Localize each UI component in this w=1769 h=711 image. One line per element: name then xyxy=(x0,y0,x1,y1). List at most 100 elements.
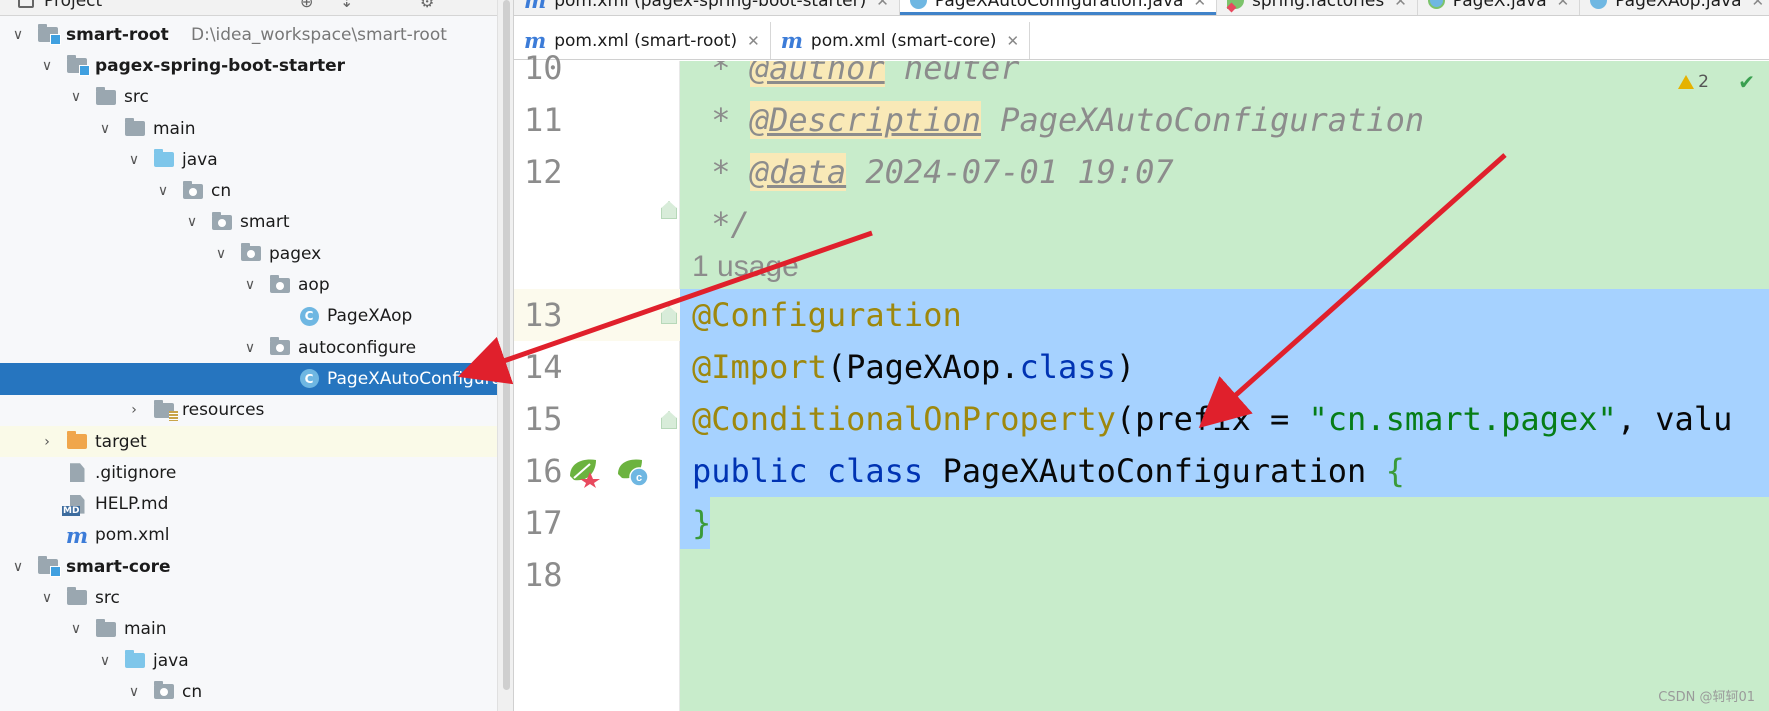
editor-area: m pom.xml (pagex-spring-boot-starter) ✕ Pag… xyxy=(514,0,1769,711)
tree-item[interactable]: ∨ cn xyxy=(0,175,497,206)
tree-item[interactable]: ∨ smart-root D:\idea_workspace\smart-root xyxy=(0,19,497,50)
code-line-13[interactable]: @Configuration xyxy=(692,289,962,341)
tree-item-label: resources xyxy=(182,400,265,421)
chevron-down-icon[interactable]: ∨ xyxy=(182,212,202,232)
line-number: 13 xyxy=(524,296,563,334)
tree-item[interactable]: ∨ src xyxy=(0,82,497,113)
code-line-15[interactable]: @ConditionalOnProperty(prefix = "cn.smar… xyxy=(692,393,1732,445)
expand-all-icon[interactable]: ⊕ xyxy=(300,0,313,11)
code-line-9[interactable]: * @author heuter xyxy=(692,61,1020,94)
editor-gutter: 10 11 12 13 14 15 16 17 18 c xyxy=(514,49,680,711)
tree-item-label: cn xyxy=(182,681,203,702)
module-folder-icon xyxy=(37,556,61,578)
chevron-down-icon[interactable]: ∨ xyxy=(240,275,260,295)
tree-item[interactable]: .gitignore xyxy=(0,457,497,488)
code-line-12[interactable]: */ xyxy=(692,198,750,250)
line-number: 12 xyxy=(524,153,563,191)
tree-item[interactable]: › resources xyxy=(0,395,497,426)
chevron-down-icon[interactable]: ∨ xyxy=(8,25,28,45)
project-scrollbar[interactable] xyxy=(497,0,513,711)
scrollbar-thumb[interactable] xyxy=(503,0,510,690)
tree-item[interactable]: ∨ pagex-spring-boot-starter xyxy=(0,50,497,81)
close-icon[interactable]: ✕ xyxy=(1007,32,1020,50)
class-icon xyxy=(909,0,927,9)
inspections-widget[interactable]: 2 xyxy=(1678,72,1709,92)
tree-item-label: main xyxy=(153,118,196,139)
warning-count: 2 xyxy=(1698,72,1709,92)
editor-tab[interactable]: PageXAop.java ✕ xyxy=(1580,0,1769,15)
tree-item[interactable]: ∨ main xyxy=(0,614,497,645)
close-icon[interactable]: ✕ xyxy=(1193,0,1206,10)
warning-icon xyxy=(1678,75,1695,89)
project-view-icon[interactable] xyxy=(18,0,34,8)
editor-tab[interactable]: m pom.xml (pagex-spring-boot-starter) ✕ xyxy=(514,0,900,15)
fold-marker-icon[interactable] xyxy=(661,411,677,429)
package-icon xyxy=(269,274,291,295)
collapse-all-icon[interactable]: ⇣ xyxy=(340,0,353,11)
tree-item[interactable]: ∨ autoconfigure xyxy=(0,332,497,363)
class-icon xyxy=(1590,0,1608,9)
code-line-11[interactable]: * @data 2024-07-01 19:07 xyxy=(692,146,1174,198)
chevron-down-icon[interactable]: ∨ xyxy=(66,619,86,639)
close-icon[interactable]: ✕ xyxy=(876,0,889,10)
close-icon[interactable]: ✕ xyxy=(1394,0,1407,10)
code-line-17[interactable]: } xyxy=(692,497,711,549)
excluded-folder-icon xyxy=(66,431,88,452)
tree-item[interactable]: › target xyxy=(0,425,497,458)
tree-item[interactable]: ∨ src xyxy=(0,582,497,613)
tree-item[interactable]: ∨ smart-core xyxy=(0,551,497,582)
chevron-down-icon[interactable]: ∨ xyxy=(95,119,115,139)
chevron-down-icon[interactable]: ∨ xyxy=(8,557,28,577)
check-icon[interactable]: ✔ xyxy=(1738,70,1755,94)
tree-item[interactable]: ∨ aop xyxy=(0,269,497,300)
code-line-10[interactable]: * @Description PageXAutoConfiguration xyxy=(692,94,1424,146)
line-number: 11 xyxy=(524,101,563,139)
chevron-down-icon[interactable]: ∨ xyxy=(240,338,260,358)
tab-label: PageXAop.java xyxy=(1615,0,1742,11)
code-line-14[interactable]: @Import(PageXAop.class) xyxy=(692,341,1135,393)
project-panel-title[interactable]: Project xyxy=(44,0,102,11)
chevron-down-icon[interactable]: ∨ xyxy=(95,651,115,671)
tree-item[interactable]: C PageXAop xyxy=(0,301,497,332)
editor-tab[interactable]: spring.factories ✕ xyxy=(1217,0,1418,15)
tree-item[interactable]: C PageXAutoConfiguration xyxy=(0,363,513,395)
chevron-down-icon[interactable]: ∨ xyxy=(37,56,57,76)
chevron-down-icon[interactable]: ∨ xyxy=(124,682,144,702)
editor-tab[interactable]: PageX.java ✕ xyxy=(1418,0,1581,15)
tree-item[interactable]: ∨ smart xyxy=(0,207,497,238)
select-opened-file-icon[interactable]: ⌃ xyxy=(380,0,393,11)
line-number: 15 xyxy=(524,400,563,438)
chevron-down-icon[interactable]: ∨ xyxy=(153,181,173,201)
module-folder-icon xyxy=(37,24,61,46)
tree-item[interactable]: m pom.xml xyxy=(0,520,497,551)
spring-factories-icon xyxy=(1227,0,1245,9)
chevron-down-icon[interactable]: ∨ xyxy=(37,588,57,608)
gear-icon[interactable]: ⚙ xyxy=(420,0,434,11)
close-icon[interactable]: ✕ xyxy=(1557,0,1570,10)
spring-bean-icon[interactable] xyxy=(566,454,600,488)
folder-icon xyxy=(95,86,117,107)
chevron-down-icon[interactable]: ∨ xyxy=(211,244,231,264)
usage-hint[interactable]: 1 usage xyxy=(692,244,799,288)
code-line-16[interactable]: public class PageXAutoConfiguration { xyxy=(692,445,1405,497)
close-icon[interactable]: ✕ xyxy=(747,32,760,50)
editor-tab[interactable]: m pom.xml (smart-core) ✕ xyxy=(771,22,1031,59)
chevron-down-icon[interactable]: ∨ xyxy=(124,150,144,170)
editor-tab[interactable]: PageXAutoConfiguration.java ✕ xyxy=(899,0,1218,15)
spring-configuration-icon[interactable]: c xyxy=(616,454,650,488)
chevron-right-icon[interactable]: › xyxy=(37,432,57,452)
tree-item-label: src xyxy=(124,87,149,108)
chevron-down-icon[interactable]: ∨ xyxy=(66,87,86,107)
tree-item[interactable]: ∨ java xyxy=(0,144,497,175)
tree-item[interactable]: ∨ pagex xyxy=(0,238,497,269)
tree-item[interactable]: ∨ cn xyxy=(0,676,497,707)
tree-item-label: autoconfigure xyxy=(298,337,417,358)
chevron-right-icon[interactable]: › xyxy=(124,400,144,420)
tab-label: pom.xml (smart-core) xyxy=(810,30,997,51)
code-editor[interactable]: * @author heuter * @Description PageXAut… xyxy=(680,61,1769,711)
tree-item[interactable]: MD HELP.md xyxy=(0,488,497,519)
close-icon[interactable]: ✕ xyxy=(1752,0,1765,10)
tree-item[interactable]: ∨ main xyxy=(0,113,497,144)
fold-marker-icon[interactable] xyxy=(661,201,677,219)
tree-item[interactable]: ∨ java xyxy=(0,645,497,676)
